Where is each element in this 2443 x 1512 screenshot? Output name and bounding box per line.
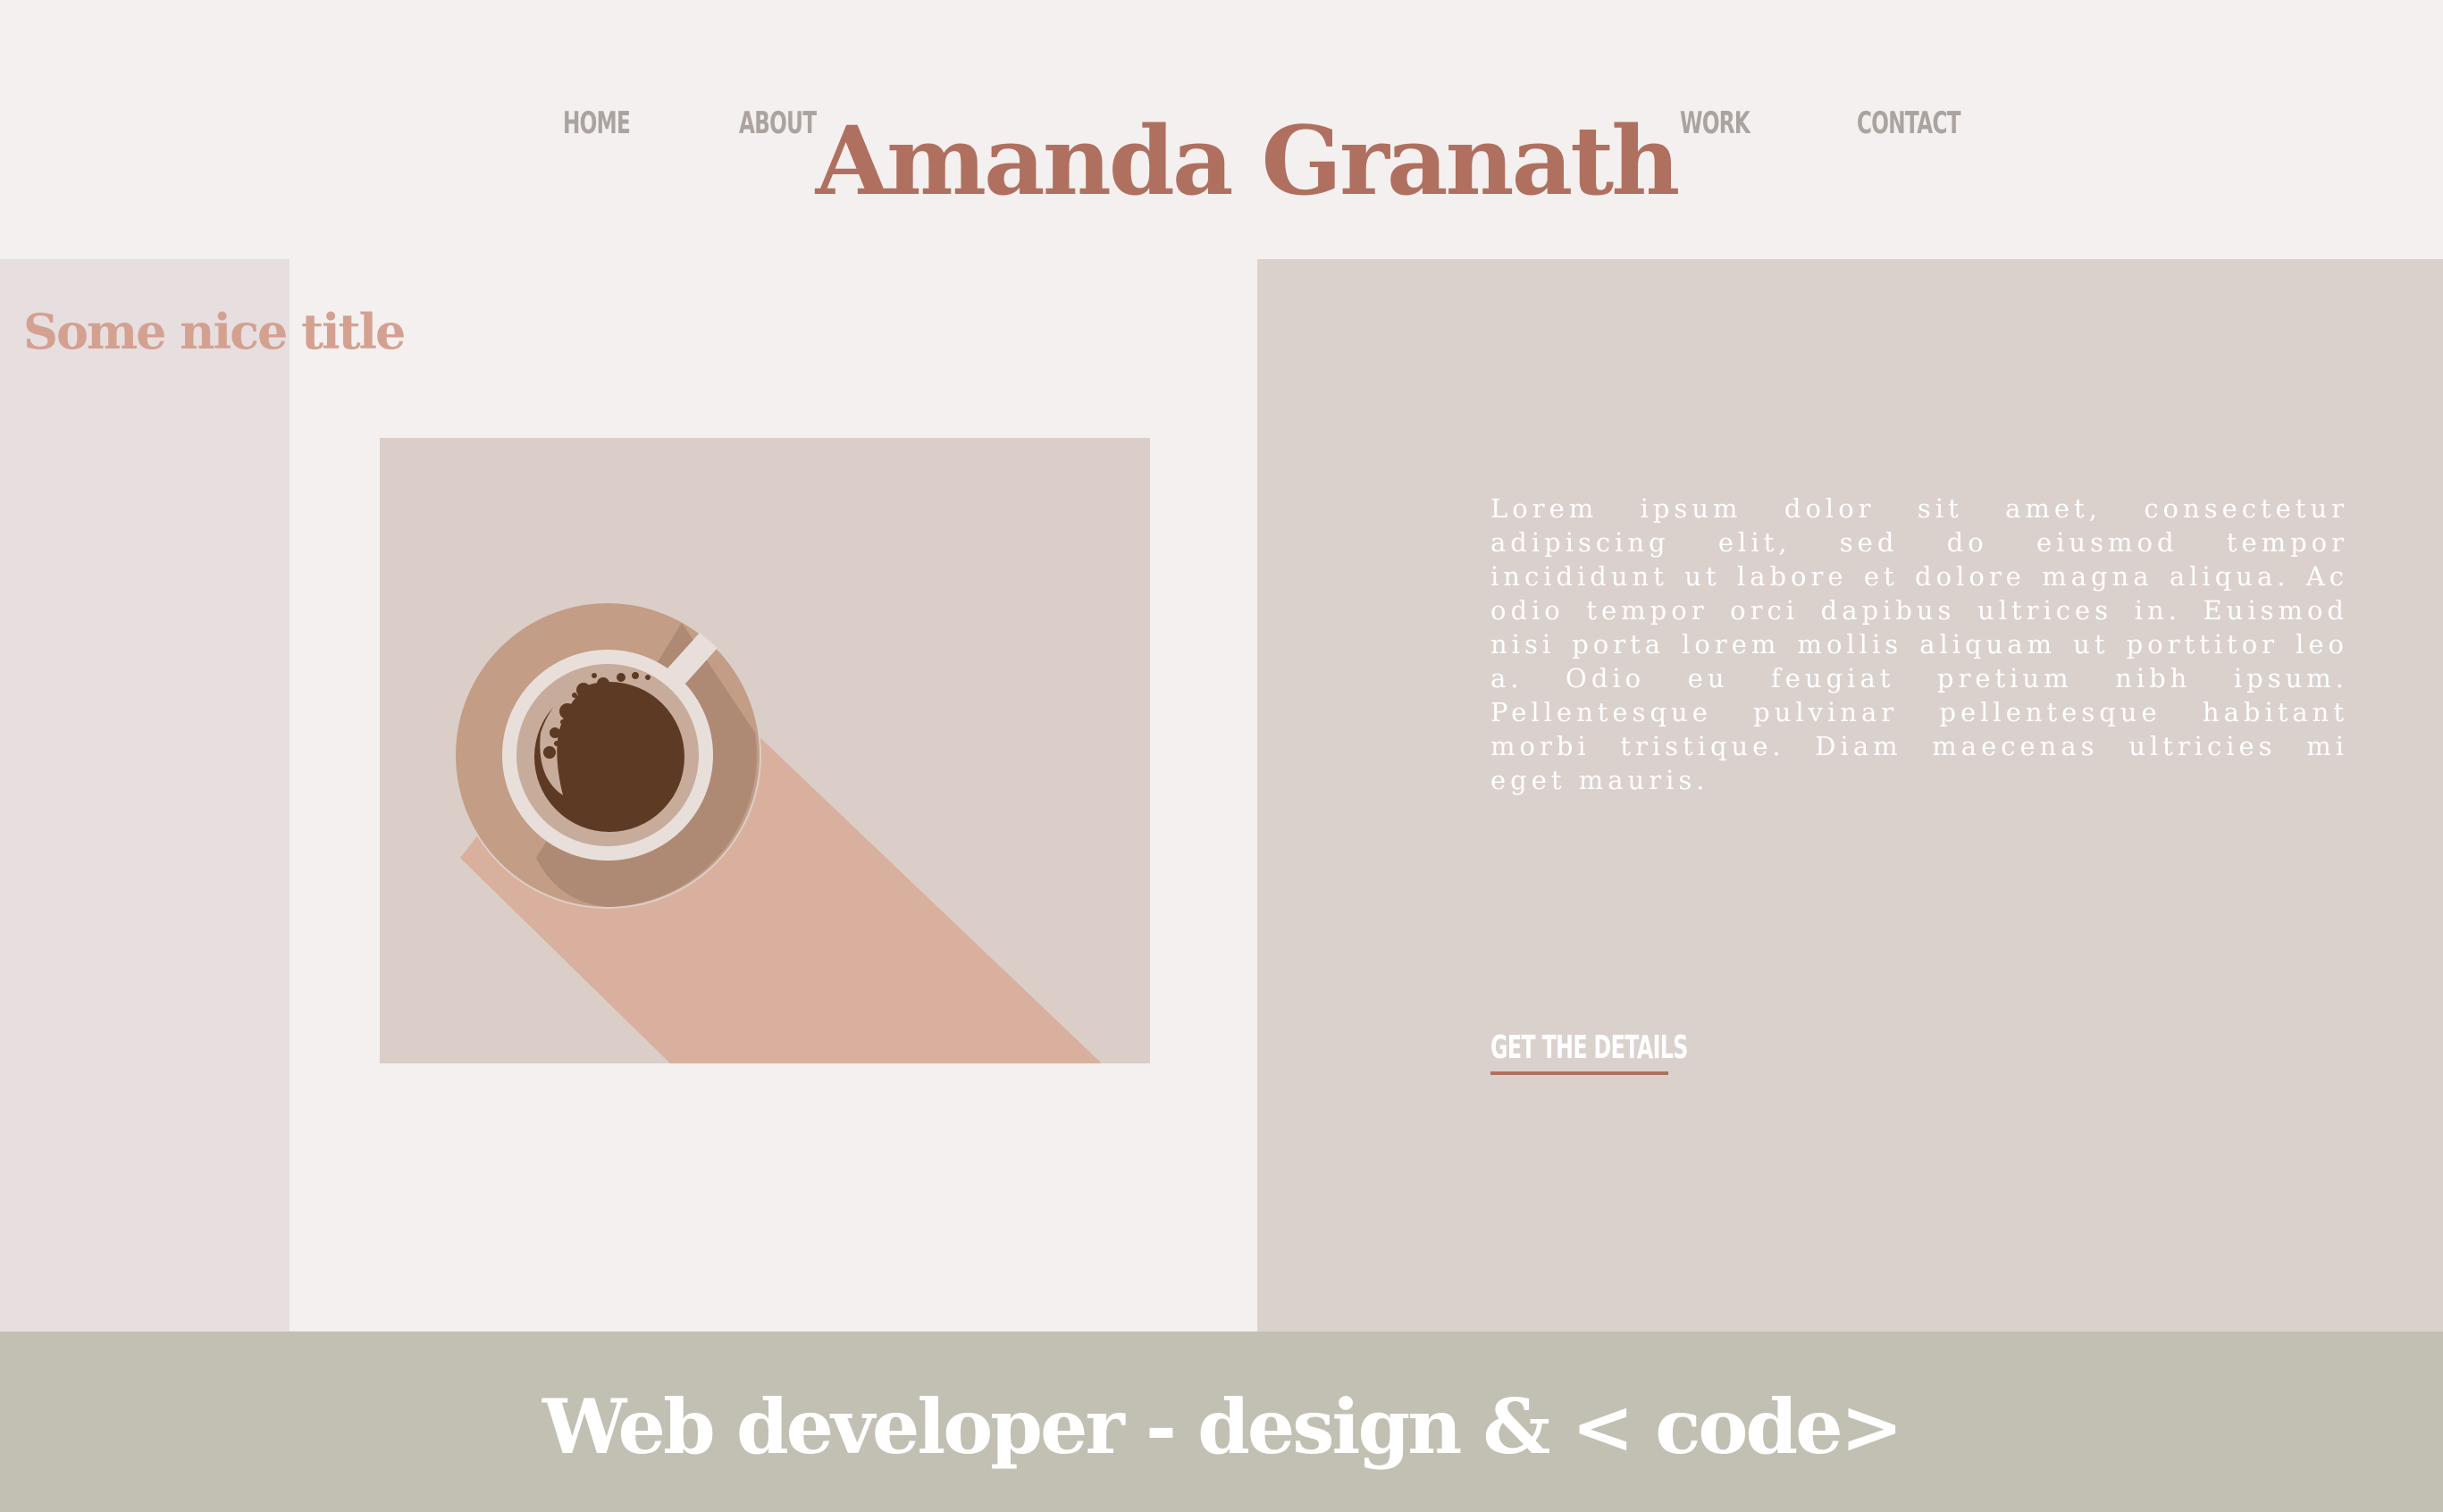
hero-image — [380, 438, 1150, 1063]
section-description: Lorem ipsum dolor sit amet, consectetur … — [1490, 493, 2348, 795]
coffee-cup-icon — [454, 601, 1102, 1063]
nav-work-link[interactable]: WORK — [1680, 105, 1750, 141]
section-title: Some nice title — [23, 302, 406, 360]
get-details-link[interactable]: GET THE DETAILS — [1490, 1029, 1688, 1066]
left-decor-strip — [0, 259, 290, 1331]
details-link-underline — [1490, 1071, 1668, 1075]
site-title: Amanda Granath — [815, 105, 1681, 217]
nav-contact-link[interactable]: CONTACT — [1857, 105, 1961, 141]
footer-tagline: Web developer - design & < code> — [542, 1382, 1903, 1471]
